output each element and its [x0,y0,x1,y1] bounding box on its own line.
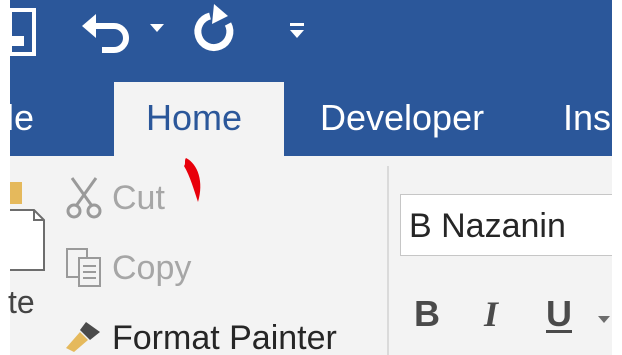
font-name-combobox[interactable]: B Nazanin [400,194,612,256]
paste-button-label[interactable]: te [8,284,35,321]
underline-button[interactable]: U [546,296,572,332]
underline-dropdown-icon[interactable] [596,308,612,328]
font-name-value: B Nazanin [409,207,566,245]
copy-icon [62,246,106,290]
undo-dropdown-icon[interactable] [146,14,168,44]
group-separator [387,166,389,355]
ribbon-tab-bar: le Home Developer Inse [6,70,622,158]
save-icon[interactable] [10,8,36,56]
ribbon-home-panel: te Cut Copy Format Painter B Nazanin B I… [8,156,612,355]
paintbrush-icon [62,316,106,355]
tab-developer[interactable]: Developer [320,100,484,136]
tab-home[interactable]: Home [146,100,242,136]
customize-qat-icon[interactable] [286,16,308,46]
cut-button[interactable]: Cut [62,176,165,220]
copy-label: Copy [112,248,192,287]
quick-access-toolbar [10,0,612,70]
italic-button[interactable]: I [484,296,498,332]
tab-file[interactable]: le [6,100,34,136]
paste-document-icon[interactable] [10,208,46,272]
word-window-crop: le Home Developer Inse te Cut Copy Forma… [0,0,622,355]
format-painter-label: Format Painter [112,318,337,355]
cut-label: Cut [112,178,165,217]
paste-clipboard-icon[interactable] [10,182,22,204]
undo-icon[interactable] [80,6,132,56]
scissors-icon [62,176,106,220]
red-annotation-mark [180,156,208,206]
copy-button[interactable]: Copy [62,246,191,290]
tab-insert[interactable]: Inse [563,100,622,136]
redo-icon[interactable] [188,4,240,56]
bold-button[interactable]: B [414,296,440,332]
format-painter-button[interactable]: Format Painter [62,316,337,355]
